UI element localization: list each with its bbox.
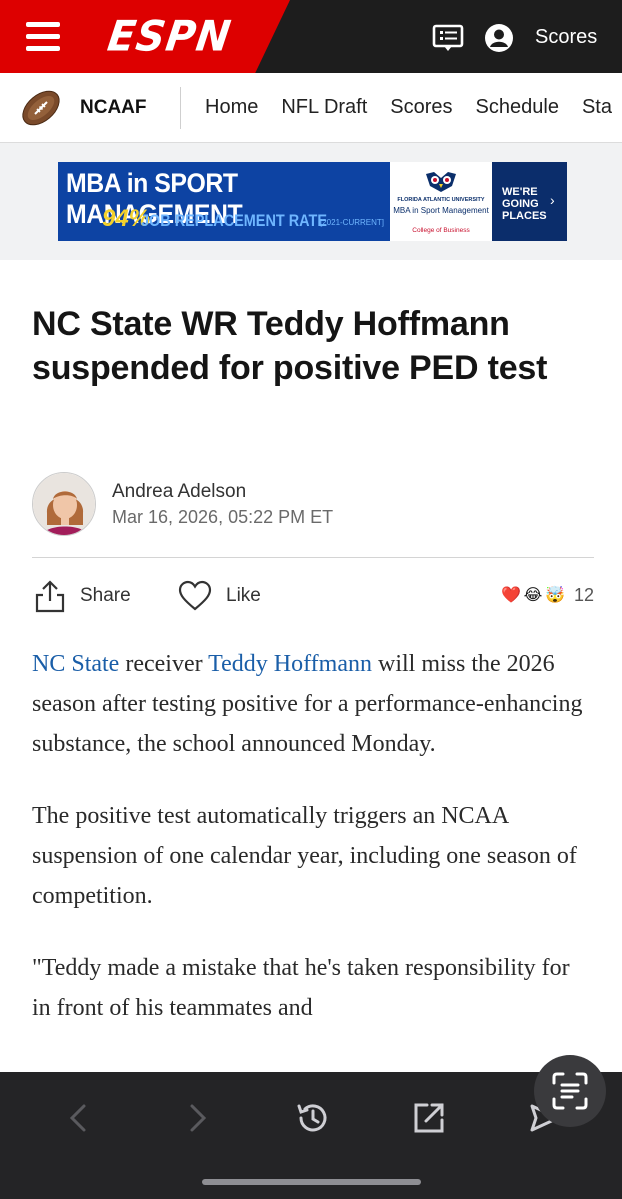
paragraph: NC State receiver Teddy Hoffmann will mi… bbox=[32, 644, 592, 764]
ad-program: MBA in Sport Management bbox=[393, 206, 489, 215]
text-scan-icon bbox=[552, 1072, 588, 1110]
sport-label[interactable]: NCAAF bbox=[80, 97, 147, 119]
heart-icon bbox=[178, 580, 212, 611]
ad-cta-text: WE'RE GOING PLACES bbox=[502, 186, 547, 222]
back-arrow-icon[interactable] bbox=[60, 1098, 100, 1138]
text-scan-button[interactable] bbox=[534, 1055, 606, 1127]
share-label: Share bbox=[80, 585, 131, 606]
ad-zone: MBA in SPORT MANAGEMENT 94% JOB REPLACEM… bbox=[0, 143, 622, 260]
ad-banner[interactable]: MBA in SPORT MANAGEMENT 94% JOB REPLACEM… bbox=[58, 162, 567, 241]
ad-university-panel: FLORIDA ATLANTIC UNIVERSITY MBA in Sport… bbox=[390, 162, 492, 241]
byline: Andrea Adelson Mar 16, 2026, 05:22 PM ET bbox=[32, 472, 594, 558]
author-name[interactable]: Andrea Adelson bbox=[112, 481, 246, 503]
ad-college: College of Business bbox=[412, 227, 470, 234]
chevron-right-icon: › bbox=[550, 192, 555, 208]
ad-cta-panel[interactable]: WE'RE GOING PLACES › bbox=[492, 162, 567, 241]
reaction-count: 12 bbox=[573, 584, 594, 605]
share-out-icon[interactable] bbox=[409, 1098, 449, 1138]
like-button[interactable]: Like bbox=[178, 574, 261, 618]
team-link[interactable]: NC State bbox=[32, 651, 119, 677]
article-body: NC State receiver Teddy Hoffmann will mi… bbox=[32, 644, 592, 1060]
forward-arrow-icon[interactable] bbox=[176, 1098, 216, 1138]
subnav-item-nfl-draft[interactable]: NFL Draft bbox=[281, 96, 367, 119]
publish-date: Mar 16, 2026, 05:22 PM ET bbox=[112, 507, 334, 527]
ad-rate-text: JOB REPLACEMENT RATE bbox=[141, 211, 327, 230]
paragraph: The positive test automatically triggers… bbox=[32, 803, 577, 909]
share-icon bbox=[35, 580, 65, 613]
ad-university: FLORIDA ATLANTIC UNIVERSITY bbox=[397, 197, 485, 203]
subnav-item-home[interactable]: Home bbox=[205, 96, 258, 119]
home-indicator bbox=[202, 1179, 421, 1185]
menu-icon[interactable] bbox=[26, 22, 60, 52]
nav-divider bbox=[180, 87, 181, 129]
espn-logo[interactable]: ESPN bbox=[105, 13, 235, 61]
subnav-item-scores[interactable]: Scores bbox=[390, 96, 452, 119]
article-actions: Share Like ❤️ 😂 🤯 12 bbox=[32, 574, 594, 618]
account-icon[interactable] bbox=[484, 23, 514, 53]
history-icon[interactable] bbox=[293, 1098, 333, 1138]
espn-header: ESPN Scores bbox=[0, 0, 622, 73]
scores-link[interactable]: Scores bbox=[535, 26, 597, 49]
like-label: Like bbox=[226, 585, 261, 606]
mind-blown-reaction-icon: 🤯 bbox=[541, 582, 568, 608]
share-button[interactable]: Share bbox=[34, 574, 131, 618]
paragraph-text: receiver bbox=[119, 651, 209, 677]
subnav-item-schedule[interactable]: Schedule bbox=[476, 96, 559, 119]
subnav-item-stats[interactable]: Sta bbox=[582, 96, 612, 119]
ad-years: [2021-CURRENT] bbox=[320, 218, 385, 227]
paragraph: "Teddy made a mistake that he's taken re… bbox=[32, 955, 570, 1021]
ad-left-panel: MBA in SPORT MANAGEMENT 94% JOB REPLACEM… bbox=[58, 162, 390, 241]
author-avatar[interactable] bbox=[32, 472, 96, 536]
subnav-items: Home NFL Draft Scores Schedule Sta bbox=[205, 96, 622, 119]
news-icon[interactable] bbox=[432, 24, 464, 52]
football-icon bbox=[22, 90, 60, 126]
article-headline: NC State WR Teddy Hoffmann suspended for… bbox=[32, 305, 548, 387]
sport-subnav: NCAAF Home NFL Draft Scores Schedule Sta bbox=[0, 73, 622, 143]
owl-logo-icon bbox=[426, 172, 456, 192]
player-link[interactable]: Teddy Hoffmann bbox=[208, 651, 372, 677]
reactions-summary[interactable]: ❤️ 😂 🤯 12 bbox=[497, 582, 594, 608]
